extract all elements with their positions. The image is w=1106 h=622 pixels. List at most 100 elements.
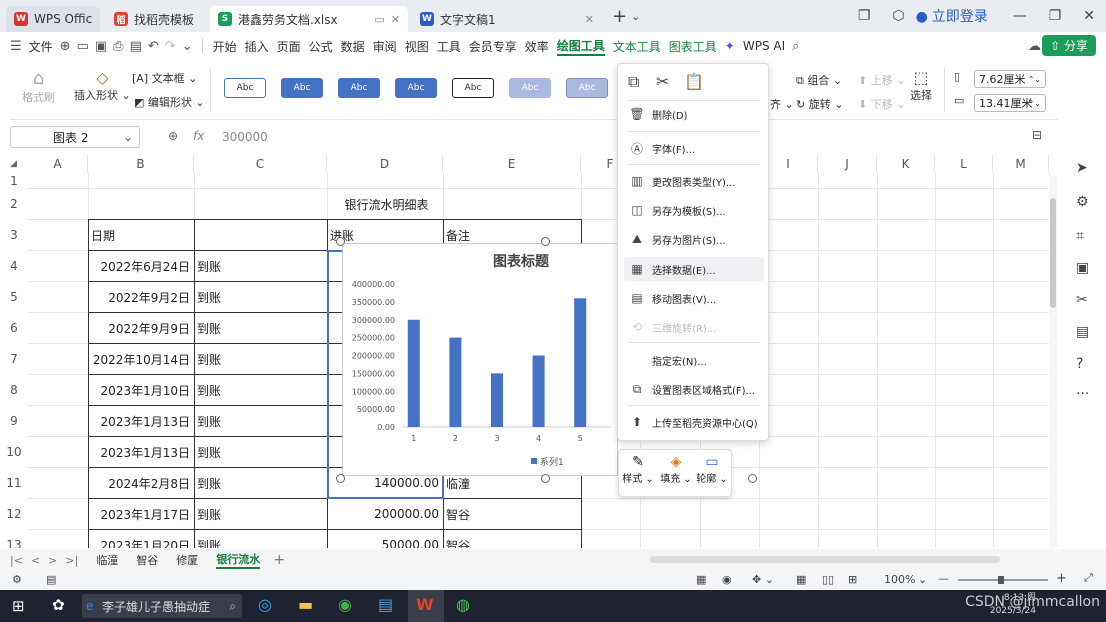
add-sheet-icon[interactable]: +: [273, 552, 285, 568]
sheet-tab[interactable]: 修厦: [176, 552, 198, 568]
menu-tools[interactable]: 工具: [437, 38, 461, 55]
style-button[interactable]: ✎ 样式 ⌄: [621, 454, 655, 485]
column-header[interactable]: A: [28, 155, 88, 173]
zoom-level[interactable]: 100%: [884, 573, 915, 586]
menu-formula[interactable]: 公式: [309, 38, 333, 55]
save-icon[interactable]: ▣: [95, 39, 107, 54]
restore-window-icon[interactable]: ❐: [858, 8, 871, 24]
next-sheet-icon[interactable]: >: [48, 554, 57, 567]
date-cell[interactable]: 2022年10月14日: [88, 343, 195, 375]
column-header[interactable]: M: [993, 155, 1049, 173]
header-cell[interactable]: 日期: [88, 219, 195, 251]
menu-view[interactable]: 视图: [405, 38, 429, 55]
image-icon[interactable]: ▣: [1076, 260, 1089, 276]
date-cell[interactable]: 2023年1月13日: [88, 405, 195, 437]
menu-3d-rotate[interactable]: ⟲ 三维旋转(R)...: [624, 315, 764, 339]
column-header[interactable]: B: [88, 155, 194, 173]
amount-value[interactable]: 200000.00: [327, 498, 444, 530]
status-cell[interactable]: 到账: [194, 467, 328, 499]
menu-draw-tool[interactable]: 绘图工具: [556, 37, 605, 56]
normal-view-icon[interactable]: ▦: [796, 573, 806, 586]
date-cell[interactable]: 2023年1月10日: [88, 374, 195, 406]
menu-save-image[interactable]: ⛰ 另存为图片(S)...: [624, 227, 764, 251]
menu-review[interactable]: 审阅: [373, 38, 397, 55]
zoom-dropdown-icon[interactable]: ⌄: [918, 573, 927, 586]
name-box[interactable]: 图表 2 ⌄: [10, 126, 140, 148]
row-header[interactable]: 13: [0, 529, 28, 549]
stepper-icon[interactable]: ⌃⌄: [1028, 99, 1041, 108]
move-up-button[interactable]: ⬆ 上移 ⌄: [858, 72, 905, 88]
row-header[interactable]: 6: [0, 312, 28, 343]
sheet-list-icon[interactable]: ▤: [46, 573, 56, 586]
status-cell[interactable]: 到账: [194, 405, 328, 437]
select-all-corner[interactable]: ◢: [10, 159, 17, 169]
row-header[interactable]: 1: [0, 173, 28, 188]
close-icon[interactable]: ✕: [391, 13, 400, 26]
folder-icon[interactable]: ▭: [77, 39, 89, 54]
edge-icon[interactable]: ◎: [258, 595, 272, 614]
last-sheet-icon[interactable]: >|: [65, 554, 78, 567]
tab-template[interactable]: 稻 找稻壳模板: [106, 6, 206, 32]
bar-chart[interactable]: 图表标题 400000.00 350000.00 300000.00 250000.00…: [342, 243, 618, 476]
resize-handle[interactable]: [748, 474, 757, 483]
menu-insert[interactable]: 插入: [245, 38, 269, 55]
height-input[interactable]: 13.41厘米 ⌃⌄: [974, 94, 1046, 112]
menu-change-chart-type[interactable]: ▥ 更改图表类型(Y)...: [624, 169, 764, 193]
hamburger-icon[interactable]: ☰: [10, 39, 22, 54]
status-cell[interactable]: 到账: [194, 312, 328, 344]
status-cell[interactable]: 到账: [194, 374, 328, 406]
menu-assign-macro[interactable]: 指定宏(N)...: [624, 348, 764, 372]
date-cell[interactable]: 2023年1月17日: [88, 498, 195, 530]
menu-move-chart[interactable]: ▤ 移动图表(V)...: [624, 286, 764, 310]
windows-start-icon[interactable]: ⊞: [12, 597, 25, 615]
header-cell[interactable]: [194, 219, 328, 251]
app-icon[interactable]: ✿: [52, 596, 65, 614]
date-cell[interactable]: 2023年1月20日: [88, 529, 195, 548]
sheet-tab-active[interactable]: 银行流水: [216, 551, 261, 569]
zoom-out-icon[interactable]: —: [938, 572, 949, 585]
chevron-down-icon[interactable]: ⌄: [182, 39, 193, 54]
group-button[interactable]: ⧉ 组合 ⌄: [796, 72, 842, 88]
row-header[interactable]: 8: [0, 374, 28, 405]
zoom-in-icon[interactable]: +: [1056, 571, 1067, 586]
status-cell[interactable]: 到账: [194, 529, 328, 548]
sheet-tab[interactable]: 智谷: [136, 552, 158, 568]
column-header[interactable]: E: [443, 155, 581, 173]
row-header[interactable]: 3: [0, 219, 28, 250]
tab-spreadsheet[interactable]: S 港鑫劳务文档.xlsx ▭ ✕: [210, 6, 408, 32]
column-header[interactable]: D: [327, 155, 443, 173]
wps-icon[interactable]: W: [416, 595, 434, 614]
fx-icon[interactable]: fx: [193, 129, 204, 143]
screen-icon[interactable]: ▭: [374, 13, 384, 26]
formula-input[interactable]: 300000: [222, 130, 268, 144]
resize-handle[interactable]: [336, 474, 345, 483]
new-icon[interactable]: ⊕: [60, 39, 71, 54]
minimize-icon[interactable]: —: [1013, 8, 1027, 24]
share-button[interactable]: ⇧ 分享: [1042, 35, 1096, 56]
row-header[interactable]: 10: [0, 436, 28, 467]
tab-wps-home[interactable]: W WPS Office: [6, 6, 100, 32]
amount-value[interactable]: 50000.00: [327, 529, 444, 548]
move-down-button[interactable]: ⬇ 下移 ⌄: [858, 96, 905, 112]
align-button[interactable]: 齐 ⌄: [770, 96, 794, 112]
cut-icon[interactable]: ✂: [656, 72, 669, 91]
shape-style-3[interactable]: Abc: [338, 78, 380, 98]
close-window-icon[interactable]: ✕: [1083, 8, 1095, 24]
chevron-down-icon[interactable]: ⌄: [123, 130, 133, 144]
menu-efficiency[interactable]: 效率: [525, 38, 549, 55]
print-icon[interactable]: ⎙: [113, 39, 123, 54]
resize-handle[interactable]: [541, 474, 550, 483]
grid-icon[interactable]: ▦: [696, 573, 706, 586]
row-header[interactable]: 7: [0, 343, 28, 374]
stepper-icon[interactable]: ⌃⌄: [1028, 75, 1041, 84]
fullscreen-icon[interactable]: ⤢: [1084, 571, 1093, 585]
shape-style-2[interactable]: Abc: [281, 78, 323, 98]
zoom-search-icon[interactable]: ⊕: [168, 129, 178, 143]
note-value[interactable]: 智谷: [443, 529, 582, 548]
new-tab-icon[interactable]: +: [612, 6, 627, 27]
pointer-icon[interactable]: ➤: [1076, 160, 1088, 176]
format-painter-button[interactable]: ⌂ 格式刷: [22, 68, 55, 105]
chevron-down-icon[interactable]: ⌄: [631, 10, 640, 23]
edit-shape-button[interactable]: ◩ 编辑形状 ⌄: [134, 94, 205, 110]
search-icon[interactable]: ⌕: [792, 39, 799, 54]
